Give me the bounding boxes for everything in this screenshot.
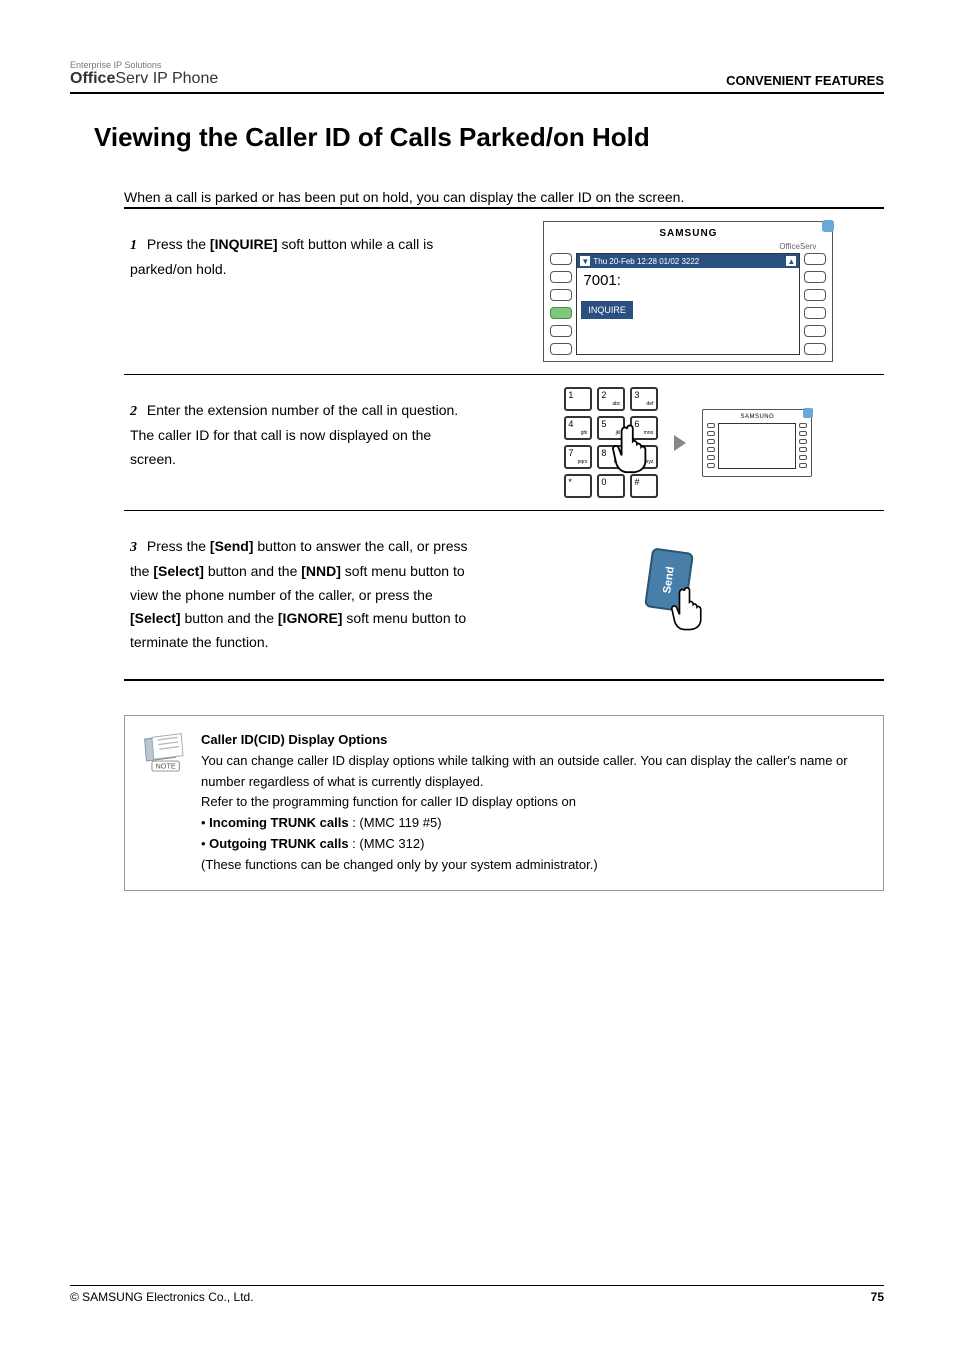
doc-header: Enterprise IP Solutions OfficeServ IP Ph… <box>70 60 884 94</box>
keypad-key-1: 1 <box>564 387 592 411</box>
note-p2: Refer to the programming function for ca… <box>201 792 869 813</box>
keypad-key-*: * <box>564 474 592 498</box>
phone-right-buttons <box>804 253 826 355</box>
intro-text: When a call is parked or has been put on… <box>124 189 884 205</box>
note-p3: (These functions can be changed only by … <box>201 855 869 876</box>
step-2: 2 Enter the extension number of the call… <box>124 375 884 510</box>
step-number-2: 2 <box>130 404 137 419</box>
inquire-soft-button: INQUIRE <box>581 301 633 319</box>
select-label-2: [Select] <box>130 610 181 626</box>
step-number-1: 1 <box>130 238 137 253</box>
copyright: © SAMSUNG Electronics Co., Ltd. <box>70 1290 254 1304</box>
note-bullet-1: • Incoming TRUNK calls : (MMC 119 #5) <box>201 813 869 834</box>
ignore-label: [IGNORE] <box>278 610 343 626</box>
section-title: CONVENIENT FEATURES <box>726 73 884 88</box>
phone-left-buttons <box>550 253 572 355</box>
hand-icon <box>662 582 712 632</box>
page-footer: © SAMSUNG Electronics Co., Ltd. 75 <box>70 1285 884 1304</box>
step-1: 1 Press the [INQUIRE] soft button while … <box>124 209 884 374</box>
svg-text:NOTE: NOTE <box>156 761 176 770</box>
inquire-label: [INQUIRE] <box>210 236 278 252</box>
keypad-key-#: # <box>630 474 658 498</box>
mini-phone-illustration: SAMSUNG <box>702 409 812 477</box>
keypad-key-4: 4ghi <box>564 416 592 440</box>
logo: Enterprise IP Solutions OfficeServ IP Ph… <box>70 60 218 88</box>
logo-subtitle: Enterprise IP Solutions <box>70 60 218 70</box>
select-label-1: [Select] <box>153 563 204 579</box>
keypad-key-0: 0 <box>597 474 625 498</box>
keypad-key-3: 3def <box>630 387 658 411</box>
logo-main: OfficeServ IP Phone <box>70 70 218 88</box>
phone-lcd-screen: ▼ Thu 20-Feb 12:28 01/02 3222 ▲ 7001: IN… <box>576 253 800 355</box>
phone-screen-illustration: SAMSUNG OfficeServ ▼ Thu 20-Feb 12:28 01… <box>543 221 833 362</box>
nnd-label: [NND] <box>301 563 341 579</box>
keypad-key-2: 2abc <box>597 387 625 411</box>
step-number-3: 3 <box>130 540 137 555</box>
note-p1: You can change caller ID display options… <box>201 751 869 793</box>
page-title: Viewing the Caller ID of Calls Parked/on… <box>94 122 884 153</box>
phone-brand: SAMSUNG <box>550 228 826 239</box>
down-arrow-icon: ▼ <box>580 256 590 266</box>
note-title: Caller ID(CID) Display Options <box>201 732 387 747</box>
note-box: NOTE Caller ID(CID) Display Options You … <box>124 715 884 891</box>
arrow-icon <box>674 435 686 451</box>
keypad-key-7: 7pqrs <box>564 445 592 469</box>
note-bullet-2: • Outgoing TRUNK calls : (MMC 312) <box>201 834 869 855</box>
hand-icon <box>602 419 658 475</box>
step-3: 3 Press the [Send] button to answer the … <box>124 511 884 679</box>
send-button-illustration: Send <box>648 550 728 640</box>
keypad-illustration: 12abc3def4ghi5jkl6mno7pqrs8tuv9wxyz*0# S… <box>564 387 812 498</box>
up-arrow-icon: ▲ <box>786 256 796 266</box>
send-label: [Send] <box>210 538 254 554</box>
page-number: 75 <box>871 1290 884 1304</box>
note-icon: NOTE <box>139 730 185 777</box>
caller-id-text: 7001: <box>577 268 799 293</box>
